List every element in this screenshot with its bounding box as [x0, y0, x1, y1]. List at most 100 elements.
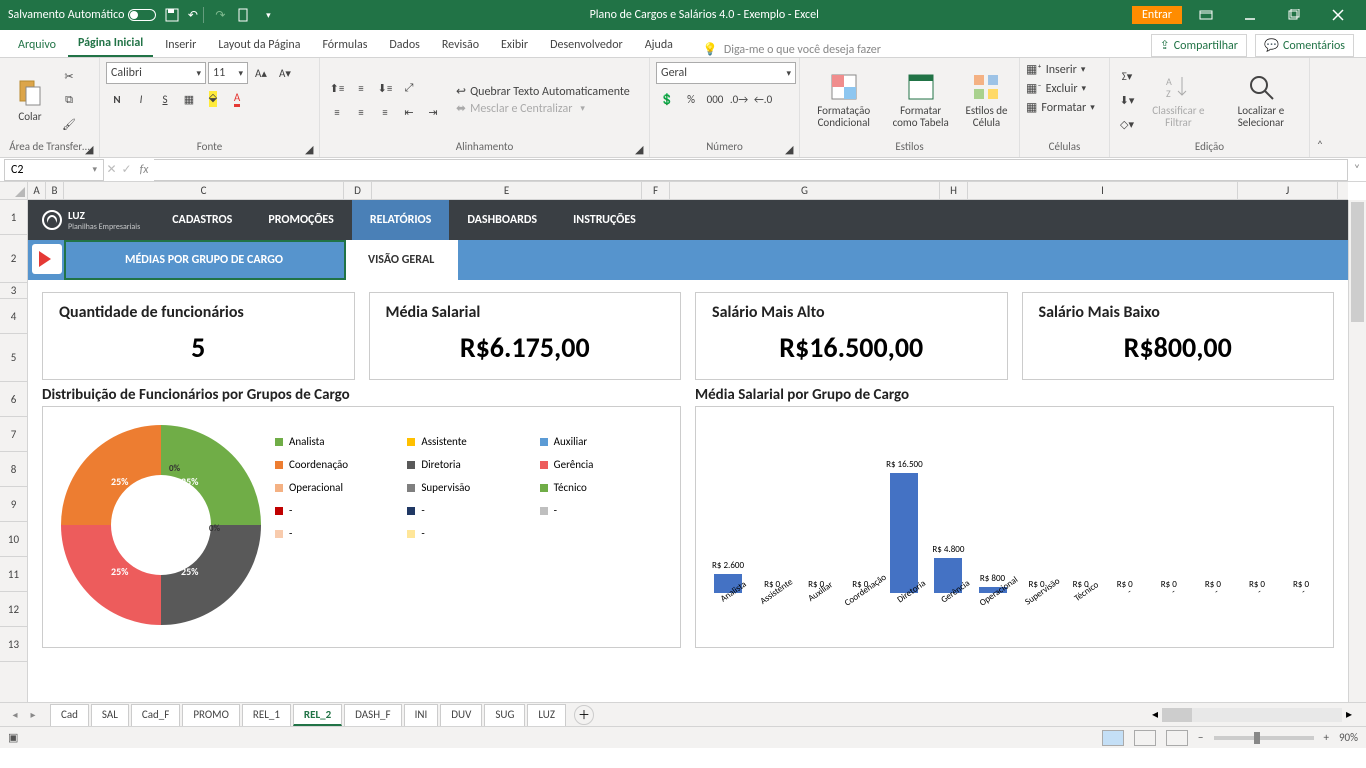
delete-cells-button[interactable]: ▦⁻Excluir▾ [1026, 81, 1086, 96]
sheet-tab[interactable]: SAL [91, 704, 129, 726]
clear-icon[interactable]: ◇▾ [1116, 113, 1138, 135]
comma-icon[interactable]: 000 [704, 88, 726, 110]
increase-font-icon[interactable]: A▴ [250, 62, 272, 84]
minimize-icon[interactable] [1230, 3, 1270, 27]
cell-styles-button[interactable]: Estilos de Célula [960, 69, 1013, 131]
sheet-tab[interactable]: Cad_F [131, 704, 180, 726]
enter-formula-icon[interactable]: ✓ [121, 162, 131, 177]
align-center-icon[interactable]: ≡ [350, 101, 372, 123]
horizontal-scrollbar[interactable]: ◂ ▸ [596, 707, 1360, 722]
nav-relatorios[interactable]: RELATÓRIOS [352, 200, 450, 240]
dialog-launcher-icon[interactable]: ◢ [785, 143, 797, 155]
align-bottom-icon[interactable]: ⬇≡ [374, 77, 396, 99]
undo-icon[interactable]: ↶ [188, 7, 204, 23]
font-name-select[interactable]: Calibri▾ [106, 62, 206, 84]
play-icon[interactable] [32, 244, 62, 274]
sheet-tab[interactable]: DUV [440, 704, 482, 726]
align-top-icon[interactable]: ⬆≡ [326, 77, 348, 99]
formula-input[interactable] [154, 159, 1348, 181]
paste-button[interactable]: Colar [6, 75, 54, 125]
sheet-tab[interactable]: Cad [50, 704, 89, 726]
bold-icon[interactable]: N [106, 88, 128, 110]
subtab-visao-geral[interactable]: VISÃO GERAL [344, 240, 458, 280]
page-break-view-icon[interactable] [1166, 730, 1188, 746]
dialog-launcher-icon[interactable]: ◢ [635, 143, 647, 155]
font-color-icon[interactable]: A [226, 88, 248, 110]
sheet-tab[interactable]: REL_1 [242, 704, 291, 726]
align-right-icon[interactable]: ≡ [374, 101, 396, 123]
decrease-font-icon[interactable]: A▾ [274, 62, 296, 84]
border-icon[interactable]: ▦ [178, 88, 200, 110]
dialog-launcher-icon[interactable]: ◢ [85, 143, 97, 155]
autosum-icon[interactable]: Σ▾ [1116, 65, 1138, 87]
tab-scroll-last-icon[interactable]: ▸ [24, 706, 42, 724]
page-layout-view-icon[interactable] [1134, 730, 1156, 746]
tab-developer[interactable]: Desenvolvedor [540, 33, 633, 57]
cancel-formula-icon[interactable]: ✕ [106, 162, 116, 177]
percent-icon[interactable]: % [680, 88, 702, 110]
italic-icon[interactable]: I [130, 88, 152, 110]
align-middle-icon[interactable]: ≡ [350, 77, 372, 99]
zoom-slider[interactable] [1214, 736, 1314, 740]
fill-color-icon[interactable]: ⬙ [202, 88, 224, 110]
autosave-toggle[interactable]: Salvamento Automático [8, 8, 156, 22]
underline-icon[interactable]: S [154, 88, 176, 110]
vertical-scrollbar[interactable] [1348, 200, 1366, 702]
nav-instrucoes[interactable]: INSTRUÇÕES [555, 200, 654, 240]
tab-file[interactable]: Arquivo [8, 33, 66, 57]
conditional-formatting-button[interactable]: Formatação Condicional [806, 69, 881, 131]
tab-insert[interactable]: Inserir [155, 33, 206, 57]
subtab-medias[interactable]: MÉDIAS POR GRUPO DE CARGO [64, 240, 344, 280]
signin-button[interactable]: Entrar [1132, 6, 1182, 24]
format-as-table-button[interactable]: Formatar como Tabela [885, 69, 956, 131]
macro-record-icon[interactable]: ▣ [8, 731, 18, 744]
qat-customize-icon[interactable]: ▾ [260, 7, 276, 23]
save-icon[interactable] [164, 7, 180, 23]
touch-mode-icon[interactable] [236, 7, 252, 23]
increase-decimal-icon[interactable]: .0→ [728, 88, 750, 110]
tab-view[interactable]: Exibir [491, 33, 538, 57]
merge-center-button[interactable]: ⬌Mesclar e Centralizar▾ [456, 101, 630, 116]
tellme-search[interactable]: 💡Diga-me o que você deseja fazer [685, 42, 1149, 57]
format-cells-button[interactable]: ▦Formatar▾ [1026, 100, 1095, 115]
increase-indent-icon[interactable]: ⇥ [422, 101, 444, 123]
select-all-button[interactable] [0, 182, 28, 200]
comments-button[interactable]: 💬Comentários [1255, 34, 1354, 57]
format-painter-icon[interactable]: 🖌 [58, 113, 80, 135]
zoom-out-icon[interactable]: − [1198, 731, 1203, 744]
normal-view-icon[interactable] [1102, 730, 1124, 746]
fill-icon[interactable]: ⬇▾ [1116, 89, 1138, 111]
bar-chart[interactable]: R$ 2.600R$ 0R$ 0R$ 0R$ 16.500R$ 4.800R$ … [695, 406, 1334, 648]
add-sheet-button[interactable]: ＋ [574, 705, 594, 725]
sheet-tab[interactable]: LUZ [527, 704, 566, 726]
name-box[interactable]: C2▾ [4, 159, 104, 181]
nav-cadastros[interactable]: CADASTROS [154, 200, 250, 240]
tab-data[interactable]: Dados [379, 33, 429, 57]
sheet-tab[interactable]: DASH_F [344, 704, 401, 726]
sheet-tab[interactable]: REL_2 [293, 704, 342, 726]
sort-filter-button[interactable]: AZClassificar e Filtrar [1142, 69, 1215, 131]
maximize-icon[interactable] [1274, 3, 1314, 27]
tab-formulas[interactable]: Fórmulas [312, 33, 377, 57]
redo-icon[interactable]: ↷ [212, 7, 228, 23]
ribbon-display-icon[interactable] [1186, 3, 1226, 27]
tab-layout[interactable]: Layout da Página [208, 33, 310, 57]
nav-promocoes[interactable]: PROMOÇÕES [250, 200, 352, 240]
font-size-select[interactable]: 11▾ [208, 62, 248, 84]
cut-icon[interactable]: ✂ [58, 65, 80, 87]
wrap-text-button[interactable]: ↩Quebrar Texto Automaticamente [456, 84, 630, 99]
nav-dashboards[interactable]: DASHBOARDS [449, 200, 555, 240]
zoom-level[interactable]: 90% [1339, 731, 1358, 744]
collapse-ribbon-icon[interactable]: ˄ [1310, 58, 1330, 157]
expand-formula-bar-icon[interactable]: ˅ [1348, 163, 1366, 177]
row-headers[interactable]: 1 2 3 4 5 6 7 8 9 10 11 12 13 [0, 200, 28, 702]
orientation-icon[interactable]: ⤢ [398, 77, 420, 99]
dialog-launcher-icon[interactable]: ◢ [305, 143, 317, 155]
tab-review[interactable]: Revisão [432, 33, 489, 57]
tab-scroll-first-icon[interactable]: ◂ [6, 706, 24, 724]
fx-icon[interactable]: fx [134, 163, 154, 177]
sheet-tab[interactable]: SUG [484, 704, 525, 726]
zoom-in-icon[interactable]: + [1324, 731, 1329, 744]
tab-home[interactable]: Página Inicial [68, 31, 153, 57]
align-left-icon[interactable]: ≡ [326, 101, 348, 123]
